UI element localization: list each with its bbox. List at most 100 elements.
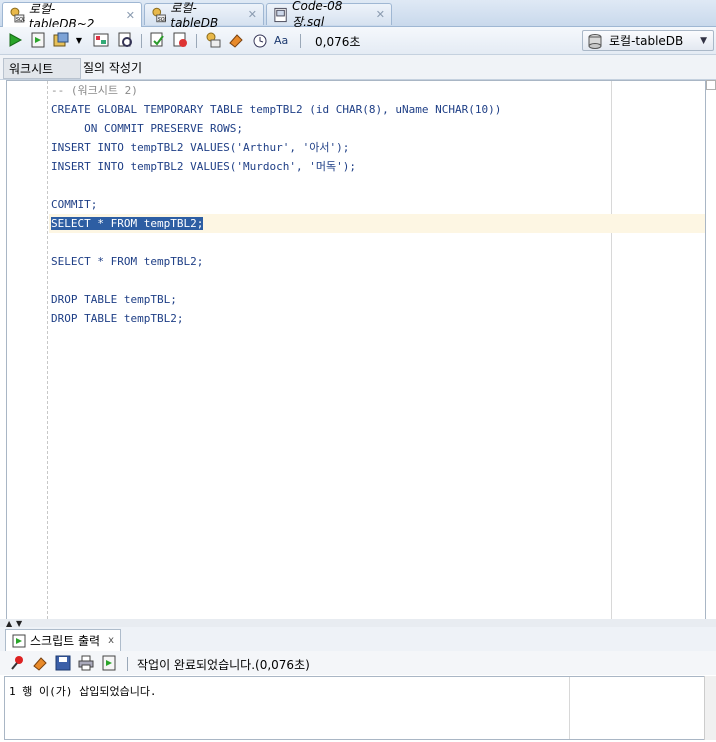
right-margin-line	[569, 677, 570, 739]
sql-tuning-button[interactable]	[116, 31, 134, 49]
code-text: DROP TABLE tempTBL2;	[51, 312, 184, 325]
eraser-icon	[229, 34, 243, 48]
output-status-message: 작업이 완료되었습니다.(0,076초)	[137, 658, 310, 672]
tab-query-builder[interactable]: 질의 작성기	[78, 58, 147, 77]
pin-button[interactable]	[8, 654, 26, 672]
code-line[interactable]: SELECT * FROM tempTBL2;	[51, 252, 203, 271]
editor-corner-box	[706, 80, 716, 90]
code-line[interactable]: -- (워크시트 2)	[51, 81, 138, 100]
svg-text:Aa: Aa	[274, 34, 288, 47]
close-icon[interactable]: x	[108, 635, 114, 646]
explain-plan-icon	[93, 33, 109, 47]
editor-tab-bar: SQL 로컬-tableDB~2 ✕ SQL 로컬-tableDB ✕ Code…	[0, 0, 716, 31]
tab-worksheet[interactable]: 워크시트	[3, 58, 81, 79]
svg-text:SQL: SQL	[158, 16, 167, 22]
script-output-area[interactable]: 1 행 이(가) 삽입되었습니다.	[4, 676, 706, 740]
connection-select[interactable]: 로컬-tableDB ▼	[582, 30, 714, 51]
unshared-worksheet-button[interactable]	[204, 31, 222, 49]
clear-output-button[interactable]	[31, 654, 49, 672]
tuning-icon	[118, 32, 132, 47]
gutter-divider	[47, 81, 48, 619]
format-case-button[interactable]: Aa	[273, 31, 291, 49]
tab-label: 워크시트	[9, 62, 54, 76]
output-text: 1 행 이(가) 삽입되었습니다.	[9, 685, 157, 698]
code-line[interactable]: DROP TABLE tempTBL;	[51, 290, 177, 309]
output-scrollbar[interactable]	[704, 676, 716, 740]
worksheet-toolbar: ▼ Aa 0,076초 로컬-tableDB ▼	[0, 27, 716, 55]
chevron-down-icon: ▼	[75, 35, 83, 45]
connection-label: 로컬-tableDB	[609, 34, 684, 48]
commit-button[interactable]	[148, 31, 166, 49]
code-line[interactable]: INSERT INTO tempTBL2 VALUES('Murdoch', '…	[51, 157, 356, 176]
code-text: COMMIT;	[51, 198, 98, 211]
code-text: INSERT INTO tempTBL2 VALUES('Arthur', '아…	[51, 141, 350, 154]
comment-text: -- (워크시트 2)	[51, 84, 138, 97]
code-line[interactable]: CREATE GLOBAL TEMPORARY TABLE tempTBL2 (…	[51, 100, 501, 119]
code-line[interactable]: DROP TABLE tempTBL2;	[51, 309, 183, 328]
output-toolbar: 작업이 완료되었습니다.(0,076초)	[0, 651, 716, 675]
database-icon	[588, 33, 602, 49]
tab-worksheet-1[interactable]: SQL 로컬-tableDB ✕	[144, 1, 264, 30]
rollback-icon	[173, 32, 187, 47]
output-tab-bar: 스크립트 출력 x	[0, 627, 716, 652]
execution-time: 0,076초	[315, 35, 361, 49]
script-output-icon	[12, 634, 26, 647]
close-icon[interactable]: ✕	[376, 8, 385, 21]
code-text: CREATE GLOBAL TEMPORARY TABLE tempTBL2 (…	[51, 103, 502, 116]
tab-script-output[interactable]: 스크립트 출력 x	[5, 629, 121, 651]
toolbar-separator	[196, 34, 197, 48]
code-line[interactable]: ON COMMIT PRESERVE ROWS;	[51, 119, 243, 138]
sql-file-icon	[274, 7, 287, 22]
autotrace-icon	[53, 32, 69, 47]
toolbar-separator	[127, 657, 128, 671]
text-case-icon: Aa	[274, 34, 288, 47]
run-statement-button[interactable]	[6, 31, 24, 49]
rollback-button[interactable]	[171, 31, 189, 49]
print-icon	[78, 655, 94, 671]
tab-label: 로컬-tableDB	[170, 1, 219, 30]
history-icon	[253, 34, 267, 48]
code-line[interactable]: INSERT INTO tempTBL2 VALUES('Arthur', '아…	[51, 138, 349, 157]
close-icon[interactable]: ✕	[126, 9, 135, 22]
save-icon	[55, 655, 71, 671]
run-icon	[9, 33, 23, 47]
right-margin-line	[611, 81, 612, 619]
sql-worksheet-icon: SQL	[10, 7, 25, 23]
sql-worksheet-icon: SQL	[152, 7, 167, 22]
run-script-button[interactable]	[29, 31, 47, 49]
save-output-button[interactable]	[54, 654, 72, 672]
tab-label: 로컬-tableDB~2	[28, 1, 95, 31]
sql-editor[interactable]: -- (워크시트 2) CREATE GLOBAL TEMPORARY TABL…	[6, 80, 706, 620]
autotrace-dropdown-button[interactable]: ▼	[73, 31, 85, 49]
toolbar-separator	[141, 34, 142, 48]
close-icon[interactable]: ✕	[248, 8, 257, 21]
worksheet-subtabs: 워크시트 질의 작성기	[0, 55, 716, 80]
tab-label: Code-08장.sql	[292, 0, 343, 29]
code-text: ON COMMIT PRESERVE ROWS;	[51, 122, 244, 135]
tab-label: 질의 작성기	[83, 61, 143, 75]
clear-button[interactable]	[227, 31, 245, 49]
autotrace-button[interactable]	[52, 31, 70, 49]
code-line[interactable]: COMMIT;	[51, 195, 97, 214]
sql-history-button[interactable]	[250, 31, 268, 49]
explain-plan-button[interactable]	[92, 31, 110, 49]
print-output-button[interactable]	[77, 654, 95, 672]
tab-worksheet-2[interactable]: SQL 로컬-tableDB~2 ✕	[2, 2, 142, 31]
run-script-output-button[interactable]	[100, 654, 118, 672]
commit-icon	[150, 32, 164, 47]
sql-worksheet-icon	[206, 32, 221, 48]
svg-text:SQL: SQL	[16, 17, 25, 23]
panel-splitter[interactable]: ▲ ▼	[0, 619, 716, 628]
eraser-icon	[33, 657, 47, 671]
run-script-icon	[31, 32, 45, 48]
code-text: INSERT INTO tempTBL2 VALUES('Murdoch', '…	[51, 160, 357, 173]
code-text: SELECT * FROM tempTBL2;	[51, 255, 204, 268]
tab-label: 스크립트 출력	[30, 634, 101, 648]
code-text: DROP TABLE tempTBL;	[51, 293, 177, 306]
run-script-icon	[102, 655, 116, 671]
pin-icon	[11, 656, 23, 670]
selected-code-text: SELECT * FROM tempTBL2;	[51, 217, 204, 230]
tab-sql-file[interactable]: Code-08장.sql ✕	[266, 0, 392, 29]
toolbar-separator	[300, 34, 301, 48]
code-line-selected[interactable]: SELECT * FROM tempTBL2;	[51, 214, 204, 233]
